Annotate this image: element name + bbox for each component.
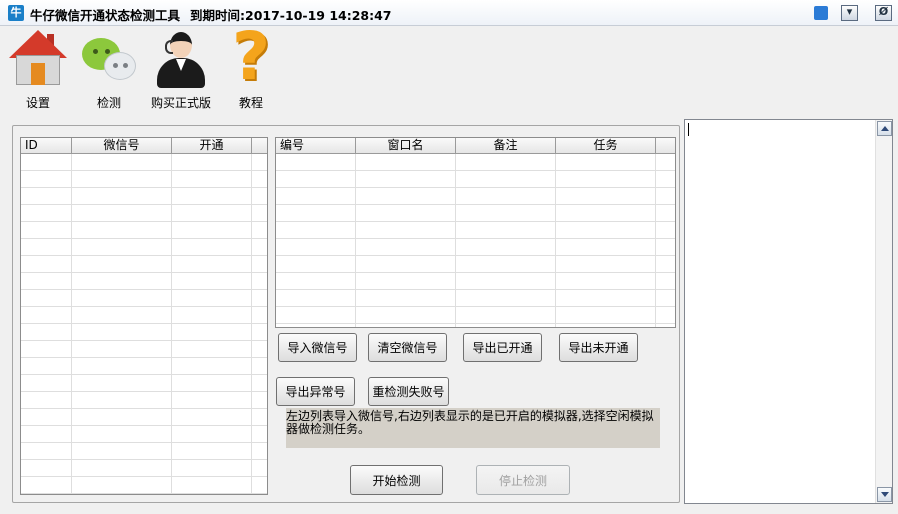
recheck-failed-button[interactable]: 重检测失败号: [368, 377, 449, 406]
customer-service-icon: [150, 28, 212, 90]
toolbar-detect-label: 检测: [96, 96, 121, 110]
minimize-button[interactable]: ▾: [841, 5, 858, 21]
wechat-table-body[interactable]: [21, 154, 267, 494]
toolbar-settings[interactable]: 设置: [3, 28, 73, 111]
scroll-down-button[interactable]: [877, 487, 892, 502]
text-caret: [688, 123, 689, 136]
column-window-name[interactable]: 窗口名: [356, 138, 456, 153]
hint-text: 左边列表导入微信号,右边列表显示的是已开启的模拟器,选择空闲模拟器做检测任务。: [286, 408, 660, 448]
export-opened-button[interactable]: 导出已开通: [463, 333, 542, 362]
emulator-table-header: 编号 窗口名 备注 任务: [276, 138, 675, 154]
skin-icon[interactable]: [813, 5, 830, 21]
column-number[interactable]: 编号: [276, 138, 356, 153]
log-textarea[interactable]: [684, 119, 893, 504]
wechat-account-table[interactable]: ID 微信号 开通: [20, 137, 268, 495]
window-title: 牛仔微信开通状态检测工具 到期时间:2017-10-19 14:28:47: [30, 5, 392, 24]
export-unopened-button[interactable]: 导出未开通: [559, 333, 638, 362]
close-button[interactable]: Ø: [875, 5, 892, 21]
title-bar: 牛 牛仔微信开通状态检测工具 到期时间:2017-10-19 14:28:47 ▾…: [0, 0, 898, 26]
house-icon: [7, 28, 69, 90]
toolbar-settings-label: 设置: [25, 96, 50, 110]
import-wechat-button[interactable]: 导入微信号: [278, 333, 357, 362]
toolbar-detect[interactable]: 检测: [74, 28, 144, 111]
column-wechat-id[interactable]: 微信号: [72, 138, 172, 153]
wechat-table-header: ID 微信号 开通: [21, 138, 267, 154]
column-task[interactable]: 任务: [556, 138, 656, 153]
export-abnormal-button[interactable]: 导出异常号: [276, 377, 355, 406]
clear-wechat-button[interactable]: 清空微信号: [368, 333, 447, 362]
title-app-name: 牛仔微信开通状态检测工具: [30, 8, 181, 23]
toolbar-tutorial[interactable]: ? 教程: [216, 18, 286, 111]
stop-detect-button: 停止检测: [476, 465, 570, 495]
column-note[interactable]: 备注: [456, 138, 556, 153]
close-icon: Ø: [878, 5, 889, 18]
start-detect-button[interactable]: 开始检测: [350, 465, 443, 495]
log-scrollbar[interactable]: [875, 120, 892, 503]
question-icon: ?: [231, 18, 271, 95]
toolbar-tutorial-label: 教程: [238, 96, 263, 110]
toolbar-buy[interactable]: 购买正式版: [146, 28, 216, 111]
toolbar-buy-label: 购买正式版: [150, 96, 211, 110]
scroll-up-button[interactable]: [877, 121, 892, 136]
arrow-up-icon: [881, 126, 889, 131]
app-icon: 牛: [8, 5, 24, 21]
column-id[interactable]: ID: [21, 138, 72, 153]
column-opened[interactable]: 开通: [172, 138, 252, 153]
emulator-table-body[interactable]: [276, 154, 675, 327]
arrow-down-icon: [881, 492, 889, 497]
emulator-table[interactable]: 编号 窗口名 备注 任务: [275, 137, 676, 328]
minimize-icon: ▾: [846, 5, 853, 18]
wechat-icon: [78, 28, 140, 90]
